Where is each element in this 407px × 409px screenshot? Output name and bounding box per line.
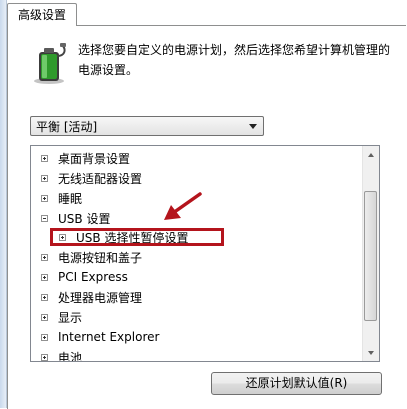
tree-item-label: Internet Explorer xyxy=(58,330,160,344)
tree-item-label: 桌面背景设置 xyxy=(58,151,131,166)
tree-item-sleep[interactable]: 睡眠 xyxy=(41,188,82,208)
tree-item-pci-express[interactable]: PCI Express xyxy=(41,267,128,287)
tree-item-internet-explorer[interactable]: Internet Explorer xyxy=(41,327,159,347)
collapse-minus-icon[interactable] xyxy=(41,214,48,222)
tree-item-label: 电池 xyxy=(58,350,83,362)
tree-item-processor-power[interactable]: 处理器电源管理 xyxy=(41,287,142,307)
chevron-down-icon xyxy=(249,123,257,129)
power-plan-value: 平衡 [活动] xyxy=(36,119,98,134)
tree-item-power-buttons-lid[interactable]: 电源按钮和盖子 xyxy=(41,247,142,267)
tree-item-usb-settings[interactable]: USB 设置 xyxy=(41,208,110,228)
scroll-up-button[interactable] xyxy=(363,146,379,163)
expand-plus-icon[interactable] xyxy=(41,333,48,341)
tree-item-label: 无线适配器设置 xyxy=(58,171,143,186)
red-arrow-annotation-icon xyxy=(164,192,202,220)
arrow-up-icon xyxy=(368,152,374,157)
tree-item-wireless-adapter[interactable]: 无线适配器设置 xyxy=(41,168,142,188)
battery-icon xyxy=(34,43,66,84)
arrow-down-icon xyxy=(368,350,374,355)
settings-tree-list: 桌面背景设置 无线适配器设置 睡眠 USB 设置 USB 选择性暂停设置 电源按… xyxy=(31,146,362,361)
tree-item-desktop-background[interactable]: 桌面背景设置 xyxy=(41,148,130,168)
expand-plus-icon[interactable] xyxy=(59,233,66,241)
tree-item-label: 显示 xyxy=(58,310,83,325)
tab-advanced-settings[interactable]: 高级设置 xyxy=(7,3,77,26)
power-plan-select[interactable]: 平衡 [活动] xyxy=(30,116,264,136)
scroll-down-button[interactable] xyxy=(363,344,379,361)
expand-plus-icon[interactable] xyxy=(41,273,48,281)
tree-item-label: USB 选择性暂停设置 xyxy=(76,230,189,245)
plan-description: 选择您要自定义的电源计划，然后选择您希望计算机管理的电源设置。 xyxy=(78,43,391,77)
tree-item-usb-selective-suspend[interactable]: USB 选择性暂停设置 xyxy=(59,227,188,247)
scrollbar-thumb[interactable] xyxy=(364,191,377,321)
tree-item-label: 电源按钮和盖子 xyxy=(58,250,143,265)
tree-item-display[interactable]: 显示 xyxy=(41,307,82,327)
restore-defaults-button[interactable]: 还原计划默认值(R) xyxy=(211,372,382,395)
expand-plus-icon[interactable] xyxy=(41,194,48,202)
expand-plus-icon[interactable] xyxy=(41,174,48,182)
tree-item-label: 处理器电源管理 xyxy=(58,290,143,305)
tree-item-label: PCI Express xyxy=(58,270,128,284)
tree-scrollbar[interactable] xyxy=(362,146,379,361)
tree-item-label: 睡眠 xyxy=(58,191,83,206)
expand-plus-icon[interactable] xyxy=(41,253,48,261)
window-edge xyxy=(0,0,7,408)
expand-plus-icon[interactable] xyxy=(41,353,48,361)
expand-plus-icon[interactable] xyxy=(41,154,48,162)
tree-item-battery[interactable]: 电池 xyxy=(41,347,82,361)
tree-item-label: USB 设置 xyxy=(58,211,111,226)
settings-tree[interactable]: 桌面背景设置 无线适配器设置 睡眠 USB 设置 USB 选择性暂停设置 电源按… xyxy=(30,145,380,362)
expand-plus-icon[interactable] xyxy=(41,313,48,321)
expand-plus-icon[interactable] xyxy=(41,293,48,301)
